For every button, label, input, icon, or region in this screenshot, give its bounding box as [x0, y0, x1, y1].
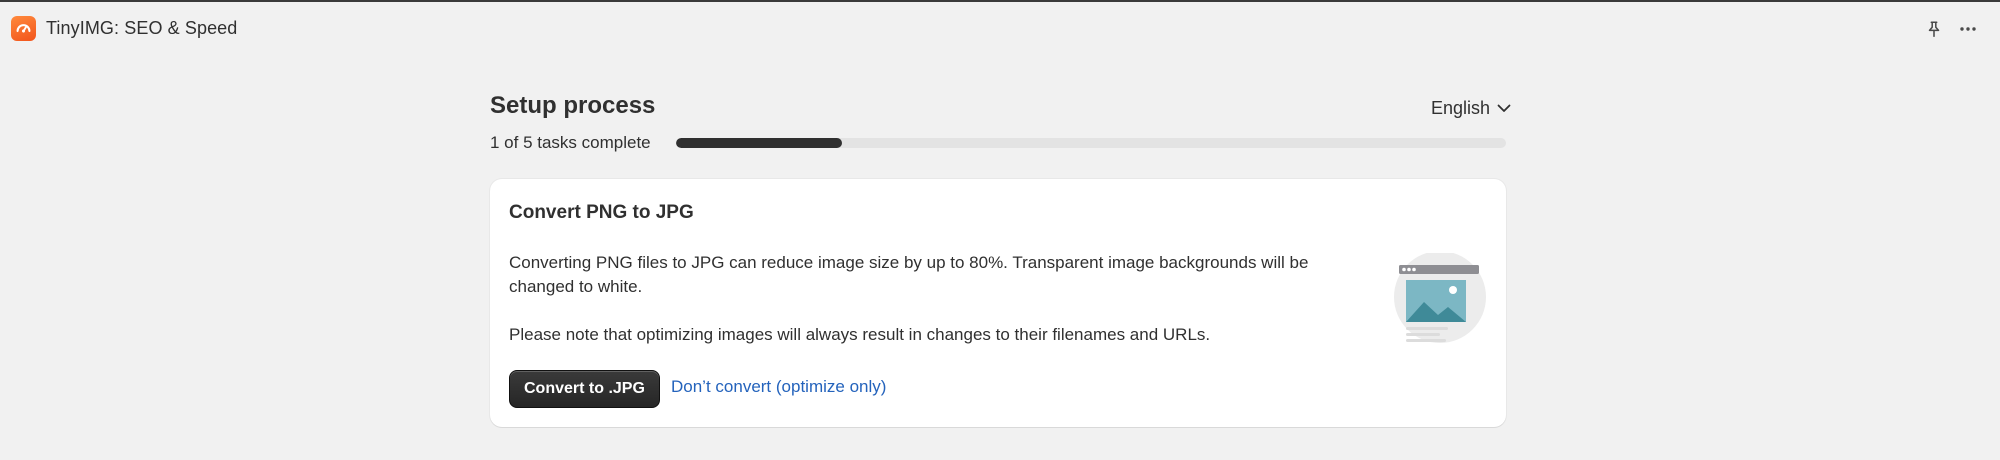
convert-to-jpg-button[interactable]: Convert to .JPG [509, 370, 660, 408]
chevron-down-icon [1497, 104, 1511, 112]
dont-convert-link[interactable]: Don’t convert (optimize only) [671, 377, 886, 397]
progress-bar [676, 138, 1506, 148]
more-actions-button[interactable] [1954, 15, 1982, 43]
app-title: TinyIMG: SEO & Speed [46, 18, 238, 38]
more-horizontal-icon [1960, 27, 1976, 31]
language-select[interactable]: English [1431, 96, 1512, 120]
image-browser-illustration [1388, 251, 1488, 349]
task-note: Please note that optimizing images will … [509, 325, 1211, 344]
pin-button[interactable] [1920, 15, 1948, 43]
tinyimg-logo-icon [11, 16, 36, 41]
task-description: Converting PNG files to JPG can reduce i… [509, 253, 1309, 296]
progress-bar-fill [676, 138, 842, 148]
task-card: Convert PNG to JPG Converting PNG files … [490, 179, 1506, 427]
app-header: TinyIMG: SEO & Speed [0, 2, 2000, 54]
setup-title: Setup process [490, 92, 656, 119]
progress-text: 1 of 5 tasks complete [490, 133, 651, 152]
pin-icon [1928, 21, 1940, 37]
task-title: Convert PNG to JPG [509, 202, 694, 223]
language-label: English [1431, 97, 1491, 118]
